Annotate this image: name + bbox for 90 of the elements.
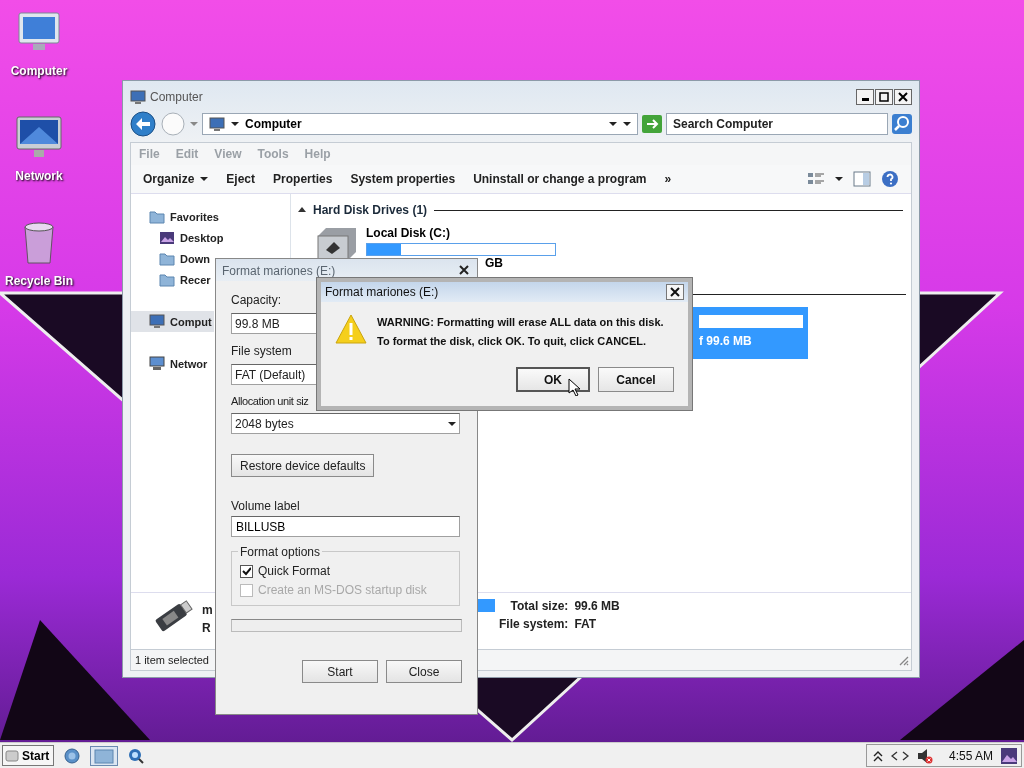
- close-button[interactable]: [666, 284, 684, 300]
- file-system-value: FAT: [574, 617, 598, 631]
- folder-icon: [159, 251, 175, 266]
- folder-icon: [94, 747, 115, 764]
- drive-name: Local Disk (C:): [366, 226, 451, 240]
- taskbar-button[interactable]: [90, 745, 119, 766]
- toolbar-button[interactable]: Eject: [226, 170, 256, 188]
- sidebar-item[interactable]: Favorites: [131, 206, 221, 227]
- network-icon: [149, 356, 165, 371]
- collapse-arrow-icon[interactable]: [298, 207, 306, 213]
- network-tray-icon[interactable]: [890, 749, 909, 762]
- group-header[interactable]: Hard Disk Drives (1): [313, 203, 428, 217]
- dialog-button[interactable]: OK: [516, 367, 590, 392]
- restore-defaults-button[interactable]: Restore device defaults: [231, 454, 375, 477]
- window-title: Computer: [150, 90, 204, 104]
- view-icon[interactable]: [807, 171, 825, 187]
- status-text: 1 item selected: [135, 654, 209, 666]
- caret-icon: [448, 420, 456, 427]
- total-size-value: 99.6 MB: [574, 599, 620, 613]
- sidebar-item[interactable]: Down: [131, 248, 212, 269]
- globe-icon[interactable]: [64, 747, 81, 764]
- clock-time[interactable]: 4:55 AM: [948, 748, 993, 763]
- speaker-muted-icon[interactable]: [916, 747, 933, 764]
- sidebar-item[interactable]: Desktop: [131, 227, 226, 248]
- minimize-icon: [861, 98, 869, 101]
- warning-text: To format the disk, click OK. To quit, click CANCEL.: [377, 335, 648, 347]
- minimize-button[interactable]: [856, 89, 874, 105]
- group-title: Format options: [238, 545, 323, 559]
- drive-info: R: [202, 621, 212, 635]
- refresh-icon[interactable]: [642, 115, 662, 133]
- computer-icon: [130, 89, 146, 105]
- desktop-icon-label[interactable]: Recycle Bin: [4, 274, 73, 288]
- toolbar-button[interactable]: Organize: [143, 170, 209, 188]
- checkbox-label: Create an MS-DOS startup disk: [258, 583, 427, 597]
- address-field[interactable]: Computer: [202, 113, 638, 135]
- dialog-title: Format mariones (E:): [325, 285, 440, 299]
- allocation-size-dropdown[interactable]: 2048 bytes: [231, 413, 460, 434]
- folder-icon: [159, 272, 175, 287]
- magnifier-icon[interactable]: [128, 747, 145, 764]
- folder-icon: [149, 209, 165, 224]
- dialog-button[interactable]: Start: [302, 660, 378, 683]
- search-field[interactable]: Search Computer: [666, 113, 888, 135]
- back-button[interactable]: [130, 111, 156, 137]
- drive-size-text: f 99.6 MB: [699, 334, 753, 348]
- maximize-button[interactable]: [875, 89, 893, 105]
- cursor-icon: [568, 378, 580, 396]
- file-system-label: File system:: [499, 617, 569, 631]
- sidebar-item[interactable]: Comput: [131, 311, 214, 332]
- warning-icon: [335, 314, 367, 344]
- help-icon[interactable]: [881, 170, 899, 188]
- checkbox[interactable]: [240, 564, 253, 578]
- dialog-button[interactable]: Cancel: [598, 367, 674, 392]
- desktop-icon: [159, 230, 175, 245]
- caret-icon: [200, 176, 209, 182]
- close-icon: [670, 287, 680, 297]
- dialog-title: Format mariones (E:): [222, 263, 337, 278]
- total-size-label: Total size:: [509, 599, 569, 613]
- sidebar-item[interactable]: Networ: [131, 353, 210, 374]
- more-button[interactable]: »: [664, 170, 672, 188]
- resize-grip-icon[interactable]: [897, 654, 909, 666]
- picture-icon[interactable]: [1001, 747, 1017, 764]
- checkbox-label: Quick Format: [258, 564, 330, 578]
- caret-icon[interactable]: [835, 176, 843, 182]
- toolbar-button[interactable]: System properties: [350, 170, 456, 188]
- close-icon: [898, 92, 908, 102]
- field-label: Volume label: [231, 499, 300, 513]
- toolbar-button[interactable]: Uninstall or change a program: [473, 170, 647, 188]
- volume-label-field[interactable]: BILLUSB: [231, 516, 460, 537]
- start-button[interactable]: Start: [2, 745, 55, 766]
- caret-icon: [190, 121, 198, 127]
- computer-icon: [149, 314, 165, 329]
- close-button[interactable]: [894, 89, 912, 105]
- toolbar-button[interactable]: Properties: [273, 170, 333, 188]
- drive-size-text: GB: [485, 256, 504, 270]
- field-label: Capacity:: [231, 293, 282, 307]
- dialog-button[interactable]: Close: [386, 660, 462, 683]
- chevron-up-icon[interactable]: [872, 749, 883, 762]
- warning-text: WARNING: Formatting will erase ALL data on this disk.: [377, 316, 664, 328]
- close-icon: [459, 265, 469, 275]
- start-icon: [5, 748, 19, 763]
- drive-name: m: [202, 603, 214, 617]
- caret-icon: [231, 121, 239, 127]
- maximize-icon: [879, 92, 889, 102]
- check-icon: [242, 566, 251, 576]
- field-label: File system: [231, 344, 292, 358]
- computer-icon: [209, 116, 225, 132]
- field-label: Allocation unit siz: [231, 395, 309, 407]
- search-icon[interactable]: [892, 114, 912, 134]
- sidebar-item[interactable]: Recer: [131, 269, 213, 290]
- close-button[interactable]: [457, 263, 471, 277]
